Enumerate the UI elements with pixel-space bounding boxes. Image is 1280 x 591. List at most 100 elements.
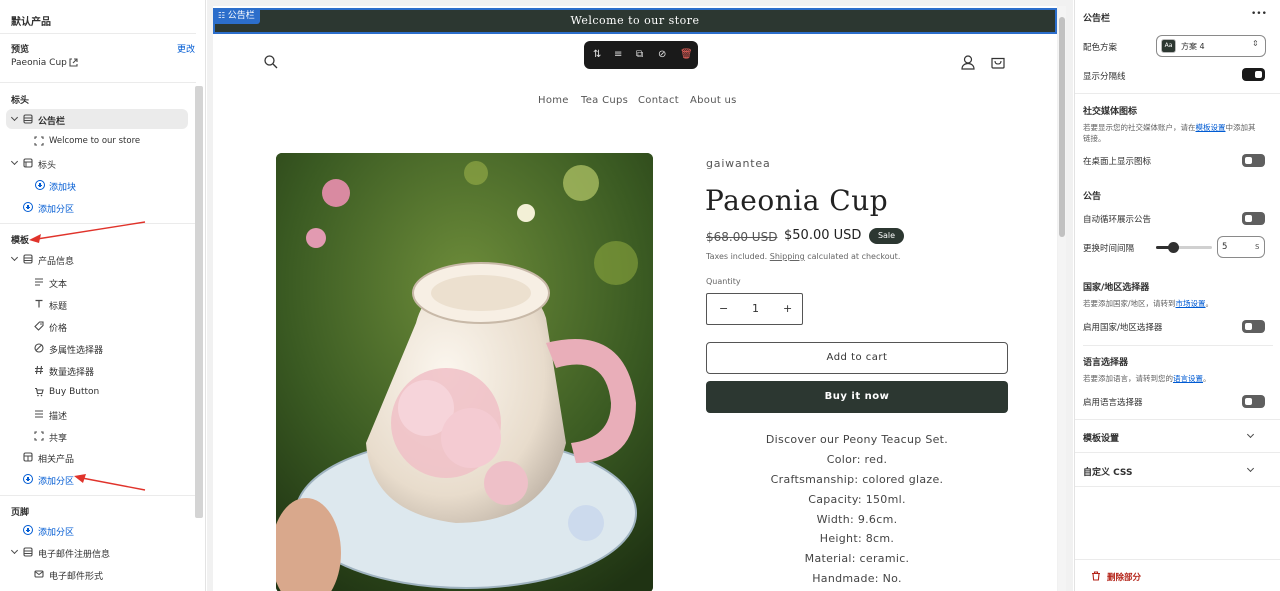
delete-icon[interactable]: 🗑 [680, 49, 693, 61]
color-scheme-value: 方案 4 [1181, 42, 1205, 51]
decrease-icon[interactable]: − [719, 302, 728, 315]
chevron-down-icon[interactable] [1246, 464, 1255, 473]
color-scheme-label: 配色方案 [1083, 43, 1118, 53]
social-help: 若要显示您的社交媒体账户，请在模板设置中添加其 [1083, 122, 1256, 133]
buy-now-button[interactable]: Buy it now [706, 381, 1008, 413]
section-related-products[interactable]: 相关产品 [38, 452, 74, 465]
product-title: Paeonia Cup [705, 184, 889, 217]
nav-about-us[interactable]: About us [690, 95, 737, 106]
block-text[interactable]: 文本 [49, 277, 67, 290]
quantity-label: Quantity [706, 277, 741, 286]
block-price[interactable]: 价格 [49, 321, 67, 334]
block-icon [34, 136, 44, 149]
add-section-button[interactable]: 添加分区 [38, 202, 74, 215]
block-announcement[interactable]: Welcome to our store [49, 136, 140, 146]
block-title[interactable]: 标题 [49, 299, 67, 312]
section-email-signup[interactable]: 电子邮件注册信息 [38, 547, 110, 560]
nav-contact[interactable]: Contact [638, 95, 679, 106]
description-line: Material: ceramic. [804, 552, 910, 565]
cart-icon[interactable] [991, 55, 1005, 69]
cart-icon [34, 387, 44, 400]
sidebar-scrollbar[interactable] [195, 86, 203, 518]
language-help-text: 若要添加语言，请转到您的 [1083, 374, 1173, 383]
auto-rotate-toggle[interactable] [1242, 212, 1265, 225]
price-tag-icon [34, 321, 44, 334]
add-to-cart-button[interactable]: Add to cart [706, 342, 1008, 374]
block-share[interactable]: 共享 [49, 431, 67, 444]
tax-note: Taxes included. Shipping calculated at c… [706, 252, 900, 261]
description-line: Handmade: No. [812, 572, 902, 585]
block-variant-picker[interactable]: 多属性选择器 [49, 343, 103, 356]
markets-link[interactable]: 市场设置 [1176, 299, 1206, 308]
move-icon[interactable]: ⇅ [593, 49, 601, 61]
enable-language-toggle[interactable] [1242, 395, 1265, 408]
account-icon[interactable] [961, 55, 975, 70]
nav-home[interactable]: Home [538, 95, 569, 106]
external-link-icon[interactable] [69, 58, 78, 70]
section-announcement-bar[interactable]: 公告栏 [38, 114, 65, 127]
show-on-desktop-label: 在桌面上显示图标 [1083, 157, 1152, 167]
interval-slider-handle[interactable] [1167, 242, 1179, 253]
storefront-preview: Welcome to our store ☷ 公告栏 ⇅ ≡ ⧉ ⊘ 🗑 Hom… [213, 6, 1057, 591]
variant-picker-icon [34, 343, 44, 356]
duplicate-icon[interactable]: ⧉ [636, 49, 643, 61]
quantity-value[interactable]: 1 [752, 302, 759, 315]
trash-icon [1092, 571, 1100, 581]
block-buy-button[interactable]: Buy Button [49, 387, 99, 397]
interval-input[interactable]: 5 s [1217, 236, 1265, 258]
social-help-end: 链接。 [1083, 134, 1106, 143]
add-block-button[interactable]: 添加块 [49, 180, 76, 193]
product-image[interactable] [276, 153, 653, 591]
theme-settings-link[interactable]: 模板设置 [1196, 123, 1226, 132]
mail-icon [34, 569, 44, 582]
more-options-icon[interactable]: ••• [1251, 9, 1267, 19]
header-group-title: 标头 [11, 96, 30, 106]
add-section-button[interactable]: 添加分区 [38, 474, 74, 487]
increase-icon[interactable]: + [783, 302, 792, 315]
theme-editor: 默认产品 预览 更改 Paeonia Cup 标头 公告栏 Welcome to… [0, 0, 1280, 591]
chevron-down-icon[interactable] [1246, 430, 1255, 439]
add-icon [35, 180, 45, 190]
sale-price: $50.00 USD [784, 228, 862, 243]
show-on-desktop-toggle[interactable] [1242, 154, 1265, 167]
custom-css-toggle[interactable]: 自定义 CSS [1083, 465, 1132, 478]
block-description[interactable]: 描述 [49, 409, 67, 422]
language-settings-link[interactable]: 语言设置 [1173, 374, 1203, 383]
color-scheme-select[interactable]: Aa 方案 4 ⇕ [1156, 35, 1266, 57]
add-icon [23, 202, 33, 212]
search-icon[interactable] [264, 55, 278, 69]
template-name[interactable]: 默认产品 [11, 13, 51, 28]
preview-scrollbar[interactable] [1059, 17, 1065, 237]
auto-rotate-label: 自动循环展示公告 [1083, 215, 1152, 225]
add-section-button[interactable]: 添加分区 [38, 525, 74, 538]
section-header[interactable]: 标头 [38, 158, 56, 171]
interval-slider[interactable] [1156, 242, 1212, 253]
chevron-down-icon[interactable] [10, 253, 19, 262]
change-preview-link[interactable]: 更改 [177, 42, 195, 55]
quantity-stepper: − 1 + [706, 293, 803, 325]
template-settings-toggle[interactable]: 模板设置 [1083, 431, 1119, 444]
enable-country-toggle[interactable] [1242, 320, 1265, 333]
shipping-link[interactable]: Shipping [770, 252, 805, 261]
delete-section-button[interactable]: 删除部分 [1107, 571, 1141, 583]
section-product-info[interactable]: 产品信息 [38, 254, 74, 267]
nav-tea-cups[interactable]: Tea Cups [581, 95, 628, 106]
preview-product-name: Paeonia Cup [11, 58, 67, 68]
description-line: Height: 8cm. [819, 532, 895, 545]
announcement-bar[interactable]: Welcome to our store [213, 8, 1057, 34]
chevron-down-icon[interactable] [10, 157, 19, 166]
selected-section-tag: ☷ 公告栏 [213, 8, 260, 24]
select-arrows-icon: ⇕ [1252, 39, 1259, 48]
show-divider-toggle[interactable] [1242, 68, 1265, 81]
country-heading: 国家/地区选择器 [1083, 283, 1150, 293]
reorder-icon[interactable]: ≡ [614, 49, 622, 61]
language-heading: 语言选择器 [1083, 358, 1129, 368]
block-quantity-selector[interactable]: 数量选择器 [49, 365, 94, 378]
description-line: Craftsmanship: colored glaze. [770, 473, 944, 486]
block-email-form[interactable]: 电子邮件形式 [49, 569, 103, 582]
annotation-arrow [74, 474, 146, 491]
hide-icon[interactable]: ⊘ [658, 49, 666, 61]
chevron-down-icon[interactable] [10, 546, 19, 555]
description-line: Discover our Peony Teacup Set. [765, 433, 949, 446]
header-section-icon [23, 158, 33, 171]
